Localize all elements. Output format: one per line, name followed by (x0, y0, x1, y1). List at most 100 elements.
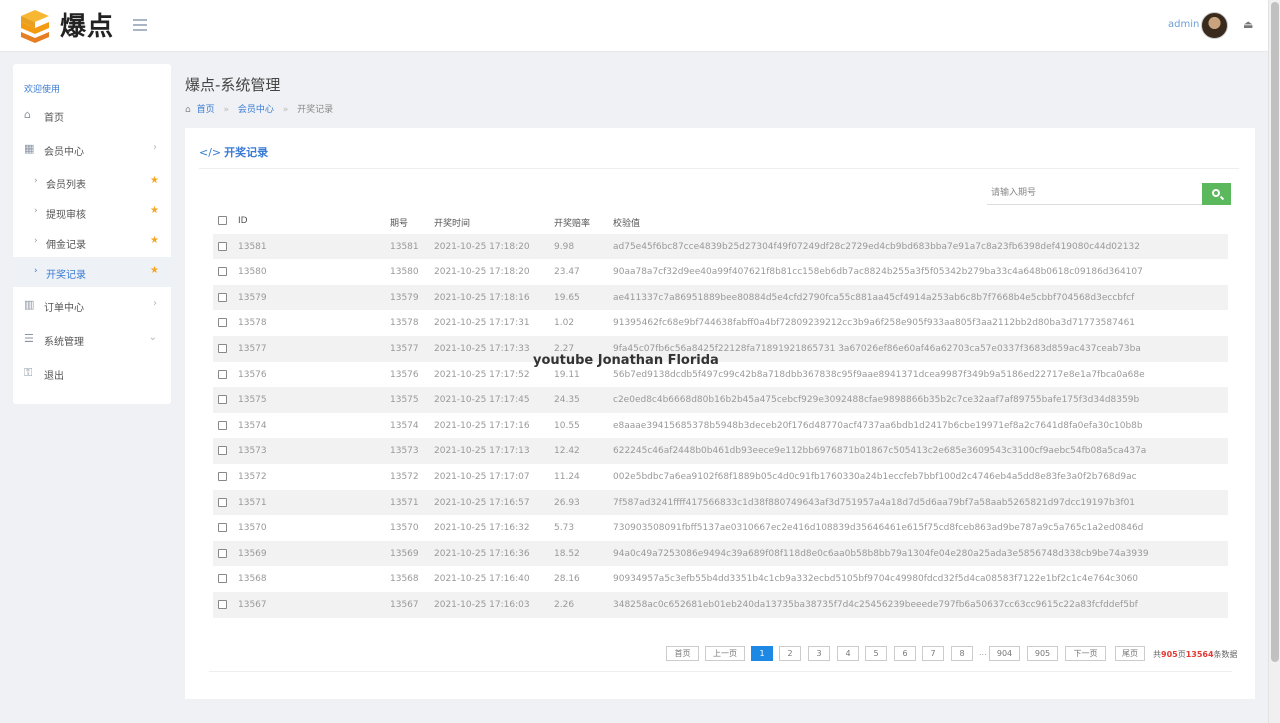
cell-draw-time: 2021-10-25 17:17:16 (434, 420, 530, 431)
page-next-button[interactable]: 下一页 (1065, 646, 1106, 661)
sidebar-item-order-center[interactable]: ▥ 订单中心 › (13, 290, 171, 320)
row-checkbox[interactable] (218, 395, 227, 405)
sidebar-item-member-center[interactable]: ▦ 会员中心 › (13, 134, 171, 164)
cell-period: 13577 (390, 343, 419, 354)
cell-odds: 5.73 (554, 523, 575, 534)
chevron-right-icon: › (153, 298, 157, 309)
row-checkbox[interactable] (218, 523, 227, 533)
page-button[interactable]: 5 (865, 646, 887, 661)
sidebar-item-system-management[interactable]: ☰ 系统管理 ⌄ (13, 324, 171, 354)
row-checkbox[interactable] (218, 497, 227, 507)
page-button[interactable]: 2 (779, 646, 801, 661)
breadcrumb-current: 开奖记录 (297, 105, 334, 115)
row-checkbox[interactable] (218, 292, 227, 302)
cell-id: 13576 (238, 369, 267, 380)
cell-draw-time: 2021-10-25 17:17:52 (434, 369, 530, 380)
cell-odds: 18.52 (554, 548, 580, 559)
page-button[interactable]: 3 (808, 646, 830, 661)
cell-period: 13567 (390, 599, 419, 610)
column-header-odds[interactable]: 开奖赔率 (554, 216, 590, 229)
cell-checksum: e8aaae39415685378b5948b3deceb20f176d4877… (613, 420, 1143, 431)
cell-draw-time: 2021-10-25 17:16:57 (434, 497, 530, 508)
sidebar-item-commission-records[interactable]: › 佣金记录 ★ (13, 227, 171, 257)
row-checkbox[interactable] (218, 548, 227, 558)
main-panel: </>开奖记录 ID 期号 开奖时间 开奖赔率 校验值 135811358120… (185, 128, 1255, 699)
sidebar-item-withdraw-review[interactable]: › 提现审核 ★ (13, 197, 171, 227)
page-button[interactable]: 904 (989, 646, 1020, 661)
chevron-right-icon: › (34, 206, 38, 216)
cell-period: 13580 (390, 267, 419, 278)
sidebar-item-logout[interactable]: ⚿ 退出 (13, 358, 171, 388)
search-icon (1212, 189, 1220, 197)
row-checkbox[interactable] (218, 574, 227, 584)
page-button[interactable]: 4 (837, 646, 859, 661)
logout-icon[interactable]: ⏏ (1243, 19, 1255, 31)
table-row: 13576 13576 2021-10-25 17:17:52 19.11 56b7ed… (213, 362, 1228, 388)
page-button[interactable]: 1 (751, 646, 773, 661)
cell-id: 13581 (238, 241, 267, 252)
page-last-button[interactable]: 尾页 (1115, 646, 1145, 661)
select-all-checkbox[interactable] (218, 216, 227, 225)
admin-username[interactable]: admin (1168, 19, 1199, 30)
sidebar-item-label: 佣金记录 (46, 240, 86, 251)
column-header-period[interactable]: 期号 (390, 216, 408, 229)
page-button[interactable]: 7 (922, 646, 944, 661)
avatar[interactable] (1201, 12, 1228, 39)
cell-odds: 12.42 (554, 446, 580, 457)
records-table: ID 期号 开奖时间 开奖赔率 校验值 13581 13581 2021-10-25… (213, 208, 1228, 618)
table-row: 13572 13572 2021-10-25 17:17:07 11.24 002e5b… (213, 464, 1228, 490)
search-input[interactable] (987, 182, 1203, 205)
row-checkbox[interactable] (218, 343, 227, 353)
cell-period: 13570 (390, 523, 419, 534)
cell-period: 13576 (390, 369, 419, 380)
column-header-checksum[interactable]: 校验值 (613, 216, 640, 229)
cell-odds: 10.55 (554, 420, 580, 431)
cell-id: 13575 (238, 395, 267, 406)
cell-checksum: ae411337c7a86951889bee80884d5e4cfd2790fc… (613, 292, 1135, 303)
menu-toggle-icon[interactable] (133, 19, 147, 31)
row-checkbox[interactable] (218, 369, 227, 379)
logo-icon (21, 10, 49, 43)
cell-checksum: 56b7ed9138dcdb5f497c99c42b8a718dbb367838… (613, 369, 1145, 380)
breadcrumb-member-center[interactable]: 会员中心 (238, 105, 274, 115)
cell-id: 13567 (238, 599, 267, 610)
row-checkbox[interactable] (218, 318, 227, 328)
cell-period: 13578 (390, 318, 419, 329)
row-checkbox[interactable] (218, 599, 227, 609)
star-icon: ★ (150, 265, 159, 276)
page-button[interactable]: 6 (894, 646, 916, 661)
sidebar-item-label: 系统管理 (44, 337, 84, 348)
cell-checksum: 94a0c49a7253086e9494c39a689f08f118d8e0c6… (613, 548, 1149, 559)
pagination-info: 共905页13564条数据 (1153, 650, 1238, 659)
page-ellipsis: ... (979, 648, 987, 657)
cell-odds: 24.35 (554, 395, 580, 406)
cell-checksum: ad75e45f6bc87cce4839b25d27304f49f07249df… (613, 241, 1140, 252)
column-header-id[interactable]: ID (238, 216, 248, 226)
row-checkbox[interactable] (218, 446, 227, 456)
cell-odds: 19.65 (554, 292, 580, 303)
sidebar-item-home[interactable]: ⌂ 首页 (13, 100, 171, 130)
sidebar-item-label: 首页 (44, 113, 64, 124)
cell-period: 13571 (390, 497, 419, 508)
breadcrumb-separator: » (223, 105, 229, 115)
chevron-right-icon: › (34, 236, 38, 246)
row-checkbox[interactable] (218, 471, 227, 481)
row-checkbox[interactable] (218, 267, 227, 277)
cell-id: 13569 (238, 548, 267, 559)
page-prev-button[interactable]: 上一页 (705, 646, 745, 661)
page-button[interactable]: 8 (951, 646, 973, 661)
scrollbar-thumb[interactable] (1271, 2, 1279, 662)
column-header-draw-time[interactable]: 开奖时间 (434, 216, 470, 229)
row-checkbox[interactable] (218, 420, 227, 430)
page-button[interactable]: 905 (1027, 646, 1058, 661)
sidebar-item-member-list[interactable]: › 会员列表 ★ (13, 167, 171, 197)
page-first-button[interactable]: 首页 (666, 646, 699, 661)
cell-draw-time: 2021-10-25 17:18:16 (434, 292, 530, 303)
cell-period: 13568 (390, 574, 419, 585)
page-scrollbar[interactable] (1268, 0, 1280, 723)
sidebar-item-lottery-records[interactable]: › 开奖记录 ★ (13, 257, 171, 287)
page-title: 爆点-系统管理 (185, 76, 281, 94)
breadcrumb-home[interactable]: 首页 (197, 105, 215, 115)
row-checkbox[interactable] (218, 241, 227, 251)
search-button[interactable] (1202, 183, 1231, 205)
